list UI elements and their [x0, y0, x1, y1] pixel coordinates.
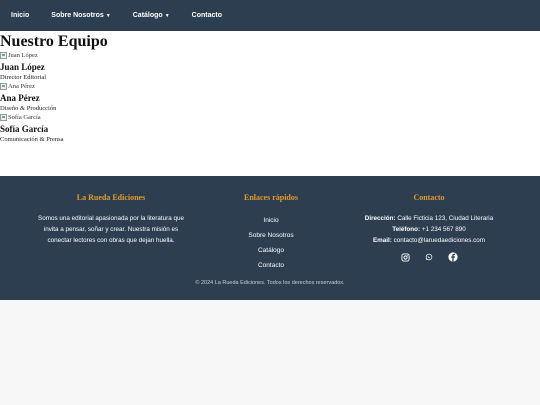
member-name: Sofía García: [0, 124, 49, 134]
footer-link-contacto[interactable]: Contacto: [226, 258, 316, 273]
contact-email: Email: contacto@laruedaediciones.com: [372, 237, 486, 244]
footer-link-sobre-nosotros[interactable]: Sobre Nosotros: [226, 228, 316, 243]
footer-contact-title: Contacto: [413, 193, 445, 202]
footer-contact: Contacto Dirección: Calle Ficticia 123, …: [356, 193, 502, 262]
top-navbar: Inicio Sobre Nosotros ▼ Catálogo ▼ Contact…: [0, 0, 540, 31]
caret-down-icon: ▼: [105, 12, 111, 19]
footer-link-catalogo[interactable]: Catálogo: [226, 243, 316, 258]
member-photo: Sofía García: [0, 113, 540, 122]
copyright-text: © 2024 La Rueda Ediciones. Todos los der…: [195, 280, 345, 286]
social-links: [356, 252, 502, 262]
team-member: Sofía García Sofía García Comunicación &…: [0, 113, 540, 144]
footer-links-title: Enlaces rápidos: [243, 193, 298, 202]
member-name: Ana Pérez: [0, 93, 40, 103]
page-background: [0, 300, 540, 405]
member-role: Diseño & Producción: [0, 105, 57, 112]
broken-image-icon: [0, 52, 7, 59]
team-member: Ana Pérez Ana Pérez Diseño & Producción: [0, 82, 540, 113]
site-footer: La Rueda Ediciones Somos una editorial a…: [0, 176, 540, 300]
footer-about-title: La Rueda Ediciones: [76, 193, 146, 202]
team-section: Nuestro Equipo Juan López Juan López Dir…: [0, 31, 540, 176]
member-role: Director Editorial: [0, 74, 47, 81]
contact-address: Dirección: Calle Ficticia 123, Ciudad Li…: [364, 215, 494, 222]
member-photo: Juan López: [0, 51, 540, 60]
footer-link-inicio[interactable]: Inicio: [226, 213, 316, 228]
footer-about: La Rueda Ediciones Somos una editorial a…: [36, 193, 186, 246]
member-name: Juan López: [0, 62, 45, 72]
member-photo: Ana Pérez: [0, 82, 540, 91]
nav-sobre-nosotros[interactable]: Sobre Nosotros ▼: [51, 12, 110, 19]
footer-links: Enlaces rápidos Inicio Sobre Nosotros Ca…: [226, 193, 316, 273]
facebook-icon[interactable]: [448, 252, 458, 262]
footer-about-text: Somos una editorial apasionada por la li…: [38, 215, 184, 244]
nav-catalogo[interactable]: Catálogo ▼: [133, 12, 170, 19]
caret-down-icon: ▼: [164, 12, 170, 19]
whatsapp-icon[interactable]: [424, 252, 434, 262]
page-title: Nuestro Equipo: [0, 33, 108, 50]
contact-phone: Teléfono: +1 234 567 890: [392, 226, 466, 233]
nav-inicio[interactable]: Inicio: [11, 12, 29, 19]
team-member: Juan López Juan López Director Editorial: [0, 51, 540, 82]
nav-contacto[interactable]: Contacto: [192, 12, 222, 19]
broken-image-icon: [0, 83, 7, 90]
instagram-icon[interactable]: [400, 252, 410, 262]
member-role: Comunicación & Prensa: [0, 136, 64, 143]
broken-image-icon: [0, 114, 7, 121]
